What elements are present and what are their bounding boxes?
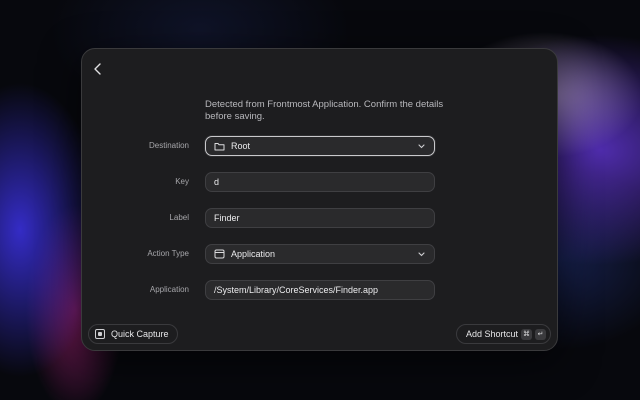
quick-capture-label: Quick Capture [111,329,169,339]
key-label: Key [175,177,189,186]
action-type-value: Application [231,249,276,259]
command-key-icon: ⌘ [521,328,532,340]
capture-icon [95,329,105,339]
chevron-down-icon [418,143,426,149]
destination-select[interactable]: Root [205,136,435,156]
key-input[interactable]: d [205,172,435,192]
chevron-left-icon [94,63,101,75]
label-value: Finder [214,213,240,223]
quick-capture-button[interactable]: Quick Capture [88,324,178,344]
action-type-label: Action Type [147,249,189,258]
app-window-icon [214,249,225,259]
desktop-background: Detected from Frontmost Application. Con… [0,0,640,400]
key-value: d [214,177,220,187]
add-shortcut-panel: Detected from Frontmost Application. Con… [81,48,558,351]
application-path-value: /System/Library/CoreServices/Finder.app [214,285,379,295]
chevron-down-icon [418,251,426,257]
back-button[interactable] [90,61,106,77]
return-key-icon: ↵ [535,328,546,340]
add-shortcut-button[interactable]: Add Shortcut ⌘ ↵ [455,324,551,344]
label-label: Label [169,213,189,222]
application-label: Application [149,285,189,294]
application-path-input[interactable]: /System/Library/CoreServices/Finder.app [205,280,435,300]
destination-label: Destination [148,141,189,150]
destination-value: Root [231,141,251,151]
folder-icon [214,141,225,151]
label-input[interactable]: Finder [205,208,435,228]
action-type-select[interactable]: Application [205,244,435,264]
detection-description: Detected from Frontmost Application. Con… [205,99,444,122]
add-shortcut-label: Add Shortcut [465,329,518,339]
